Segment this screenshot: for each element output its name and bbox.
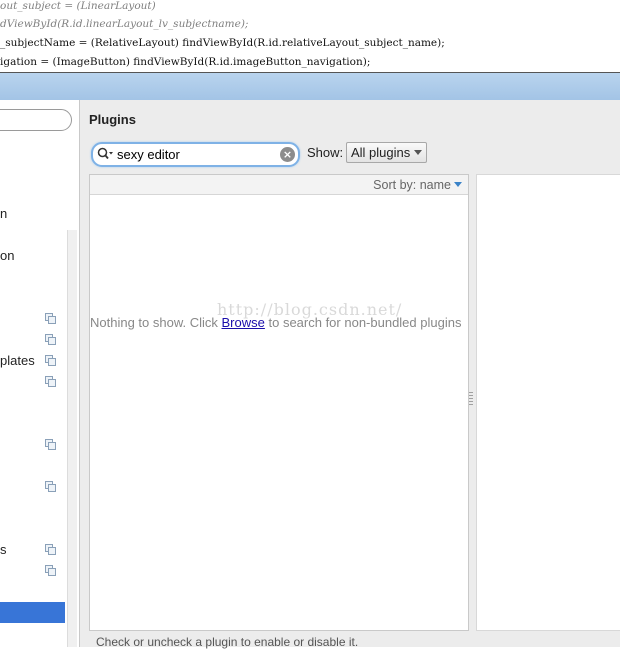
empty-message: Nothing to show. Click Browse to search … — [90, 315, 468, 330]
tree-scrollbar[interactable] — [67, 230, 77, 647]
tree-item-selected[interactable] — [0, 602, 65, 623]
plugin-details-pane — [476, 174, 620, 631]
tree-item-label[interactable]: n — [0, 206, 7, 221]
project-copy-icon — [45, 565, 56, 576]
project-copy-icon — [45, 313, 56, 324]
tree-item-label[interactable]: plates — [0, 353, 35, 368]
dialog-title-bar — [0, 73, 620, 100]
plugins-panel: Plugins sexy editor × Show: All plugins … — [80, 100, 620, 649]
clear-icon[interactable]: × — [280, 147, 295, 162]
search-value: sexy editor — [117, 147, 180, 162]
project-copy-icon — [45, 544, 56, 555]
code-line: igation = (ImageButton) findViewById(R.i… — [0, 56, 371, 68]
plugin-list[interactable]: Sort by: name http://blog.csdn.net/ Noth… — [89, 174, 469, 631]
empty-message-text: Nothing to show. Click — [90, 315, 222, 330]
project-copy-icon — [45, 376, 56, 387]
list-header: Sort by: name — [90, 175, 468, 195]
project-copy-icon — [45, 334, 56, 345]
empty-message-text: to search for non-bundled plugins — [264, 315, 462, 330]
show-label: Show: — [307, 145, 344, 160]
browse-link[interactable]: Browse — [222, 315, 265, 330]
tree-item-label[interactable]: s — [0, 542, 7, 557]
project-copy-icon — [45, 355, 56, 366]
settings-search-input[interactable] — [0, 109, 72, 131]
project-copy-icon — [45, 481, 56, 492]
chevron-down-icon[interactable] — [454, 182, 462, 187]
page-title: Plugins — [89, 112, 136, 127]
project-copy-icon — [45, 439, 56, 450]
tree-item-label[interactable]: on — [0, 248, 14, 263]
show-filter-value: All plugins — [351, 145, 411, 160]
search-icon[interactable] — [97, 147, 113, 161]
plugin-search-input[interactable]: sexy editor × — [91, 142, 300, 167]
show-filter-select[interactable]: All plugins — [346, 142, 427, 163]
settings-tree: n on plates s — [0, 100, 80, 647]
chevron-down-icon — [414, 150, 422, 155]
code-editor: out_subject = (LinearLayout) dViewById(R… — [0, 0, 620, 74]
code-line: dViewById(R.id.linearLayout_lv_subjectna… — [0, 18, 249, 30]
splitter-handle[interactable] — [469, 392, 473, 406]
sort-by-button[interactable]: Sort by: name — [373, 178, 451, 192]
code-line: out_subject = (LinearLayout) — [0, 0, 156, 12]
code-line: _subjectName = (RelativeLayout) findView… — [0, 37, 445, 49]
